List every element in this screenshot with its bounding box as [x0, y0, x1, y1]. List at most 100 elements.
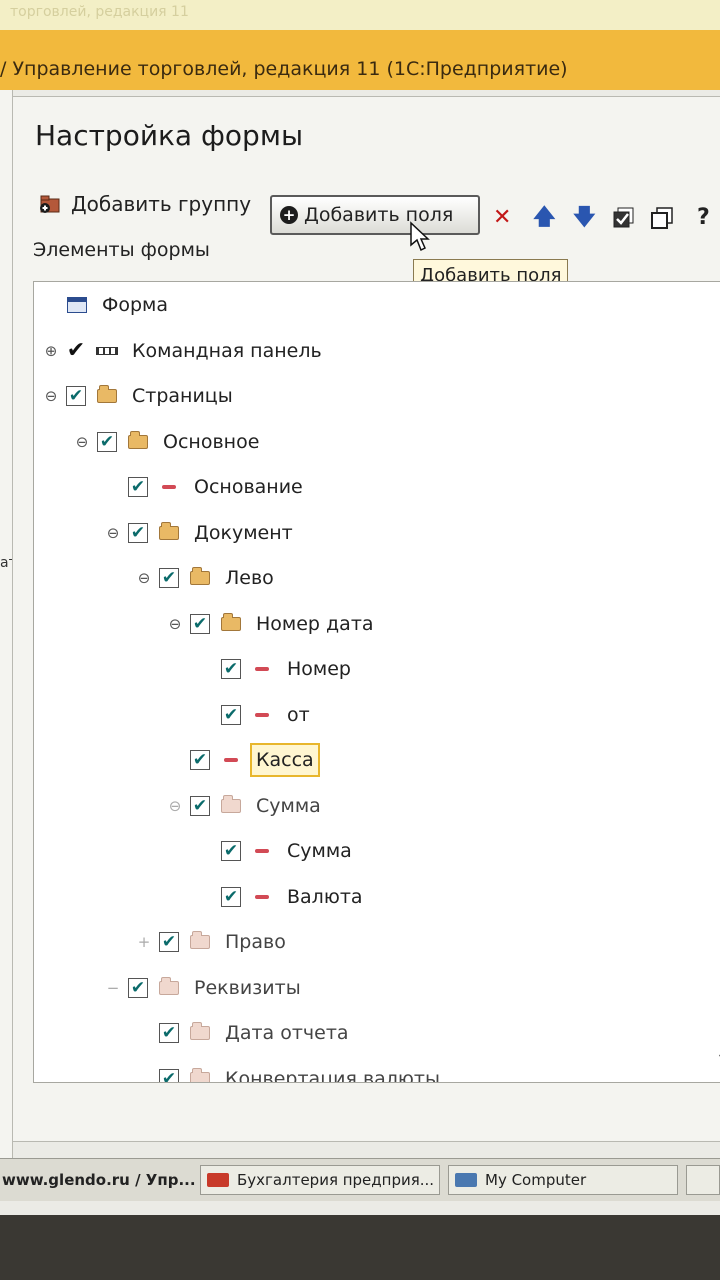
- expand-toggle-icon[interactable]: ⊖: [44, 387, 58, 405]
- visibility-checkbox[interactable]: ✔: [159, 1023, 179, 1043]
- tree-node-label: Конвертация валюты: [225, 1067, 440, 1083]
- field-icon: [251, 843, 273, 859]
- visibility-checkbox[interactable]: ✔: [66, 338, 86, 363]
- computer-icon: [455, 1173, 477, 1187]
- tree-node[interactable]: ⊖ ✔ Лево: [137, 563, 274, 593]
- tree-node[interactable]: ⊖ ✔ Номер дата: [168, 609, 374, 639]
- mouse-cursor-icon: [410, 221, 430, 252]
- form-settings-dialog: Настройка формы Добавить группу + Добави…: [12, 96, 720, 1142]
- expand-toggle-icon[interactable]: ⊖: [106, 524, 120, 542]
- visibility-checkbox[interactable]: ✔: [159, 568, 179, 588]
- tree-node-label: Командная панель: [132, 339, 322, 362]
- uncheck-all-icon[interactable]: [651, 207, 673, 233]
- field-icon: [158, 479, 180, 495]
- tree-node-label: Форма: [102, 294, 169, 316]
- check-all-icon[interactable]: [613, 207, 635, 235]
- tree-node[interactable]: − ✔ Реквизиты: [106, 973, 301, 1003]
- visibility-checkbox[interactable]: ✔: [190, 750, 210, 770]
- expand-toggle-icon[interactable]: ⊖: [168, 797, 182, 815]
- tree-node[interactable]: Форма: [44, 290, 168, 320]
- tree-node-label: Страницы: [132, 385, 233, 407]
- folder-icon: [189, 1067, 211, 1082]
- tree-node[interactable]: ⊖ ✔ Сумма: [168, 791, 321, 821]
- folder-icon: [189, 931, 211, 950]
- visibility-checkbox[interactable]: ✔: [221, 841, 241, 861]
- field-icon: [251, 707, 273, 723]
- tree-node-label: Основание: [194, 476, 303, 498]
- tree-node[interactable]: ✔ Касса: [168, 743, 320, 777]
- dialog-title: Настройка формы: [35, 119, 304, 152]
- expand-toggle-icon[interactable]: ⊖: [137, 569, 151, 587]
- screen: торговлей, редакция 11 / Управление торг…: [0, 0, 720, 1215]
- taskbar: www.glendo.ru / Упр... Бухгалтерия предп…: [0, 1158, 720, 1201]
- field-icon: [251, 661, 273, 677]
- tree-node[interactable]: ✔ Основание: [106, 472, 303, 502]
- tree-node[interactable]: + ✔ Право: [137, 927, 286, 957]
- taskbar-item-overflow[interactable]: [686, 1165, 720, 1195]
- visibility-checkbox[interactable]: ✔: [128, 477, 148, 497]
- folder-icon: [220, 794, 242, 814]
- expand-toggle-icon[interactable]: +: [137, 933, 151, 951]
- tree-node[interactable]: ✔ Сумма: [199, 836, 352, 866]
- add-fields-button[interactable]: + Добавить поля: [270, 195, 480, 235]
- taskbar-item-browser-label: www.glendo.ru / Упр...: [2, 1171, 196, 1189]
- tree-node-label: Основное: [163, 430, 260, 453]
- add-group-icon: [40, 195, 60, 213]
- add-fields-icon: +: [280, 206, 298, 224]
- tree-node[interactable]: ✔ Номер: [199, 654, 351, 684]
- visibility-checkbox[interactable]: ✔: [190, 613, 210, 634]
- app-title: / Управление торговлей, редакция 11 (1С:…: [0, 58, 568, 80]
- tree-node-label: Лево: [225, 567, 274, 589]
- visibility-checkbox[interactable]: ✔: [221, 704, 241, 725]
- taskbar-item-accounting[interactable]: Бухгалтерия предприя...: [200, 1165, 440, 1195]
- tree-node[interactable]: ⊖ ✔ Страницы: [44, 381, 233, 411]
- tree-node[interactable]: ✔ Дата отчета: [137, 1018, 349, 1048]
- visibility-checkbox[interactable]: ✔: [97, 431, 117, 452]
- tree-node-label: Право: [225, 931, 286, 953]
- folder-icon: [127, 430, 149, 450]
- visibility-checkbox[interactable]: ✔: [159, 932, 179, 952]
- move-down-icon[interactable]: 🡇: [573, 207, 596, 229]
- tree-node[interactable]: ⊖ ✔ Документ: [106, 518, 293, 548]
- tree-node-label: Номер: [287, 658, 351, 680]
- tree-node-label: Номер дата: [256, 612, 374, 635]
- visibility-checkbox[interactable]: ✔: [221, 659, 241, 679]
- tree-node-label: Сумма: [287, 840, 352, 862]
- folder-icon: [189, 567, 211, 586]
- visibility-checkbox[interactable]: ✔: [221, 886, 241, 907]
- visibility-checkbox[interactable]: ✔: [128, 977, 148, 998]
- expand-toggle-icon[interactable]: ⊕: [44, 342, 58, 360]
- background-window-title: торговлей, редакция 11: [10, 4, 189, 20]
- visibility-checkbox[interactable]: ✔: [190, 795, 210, 816]
- delete-icon[interactable]: ✕: [493, 207, 511, 229]
- form-elements-label: Элементы формы: [33, 239, 210, 261]
- visibility-checkbox[interactable]: ✔: [128, 522, 148, 543]
- taskbar-item-my-computer[interactable]: My Computer: [448, 1165, 678, 1195]
- taskbar-item-my-computer-label: My Computer: [485, 1171, 587, 1189]
- command-panel-icon: [96, 343, 118, 359]
- tree-node-label: Валюта: [287, 885, 363, 908]
- folder-icon: [189, 1022, 211, 1041]
- tree-node[interactable]: ⊖ ✔ Основное: [75, 427, 259, 457]
- onec-app-icon: [207, 1173, 229, 1187]
- expand-toggle-icon[interactable]: ⊖: [168, 615, 182, 633]
- expand-toggle-icon[interactable]: −: [106, 979, 120, 997]
- tree-node[interactable]: ✔ Валюта: [199, 882, 363, 912]
- move-up-icon[interactable]: 🡅: [533, 207, 556, 229]
- tree-node-label: от: [287, 703, 310, 726]
- folder-icon: [158, 521, 180, 541]
- tree-node[interactable]: ✔ от: [199, 700, 310, 730]
- tree-node[interactable]: ✔ Конвертация валюты: [137, 1064, 440, 1083]
- background-window-titlebar: торговлей, редакция 11: [0, 0, 720, 30]
- visibility-checkbox[interactable]: ✔: [66, 386, 86, 406]
- visibility-checkbox[interactable]: ✔: [159, 1068, 179, 1082]
- form-icon: [66, 297, 88, 313]
- form-elements-tree[interactable]: ▾ Форма⊕✔Командная панель⊖✔Страницы⊖✔Осн…: [33, 281, 720, 1083]
- expand-toggle-icon[interactable]: ⊖: [75, 433, 89, 451]
- add-group-button[interactable]: Добавить группу: [39, 189, 251, 219]
- help-icon[interactable]: ?: [697, 207, 710, 229]
- taskbar-item-browser[interactable]: www.glendo.ru / Упр...: [0, 1165, 196, 1195]
- tree-node[interactable]: ⊕ ✔ Командная панель: [44, 336, 322, 366]
- app-titlebar[interactable]: / Управление торговлей, редакция 11 (1С:…: [0, 30, 720, 90]
- field-icon: [251, 889, 273, 905]
